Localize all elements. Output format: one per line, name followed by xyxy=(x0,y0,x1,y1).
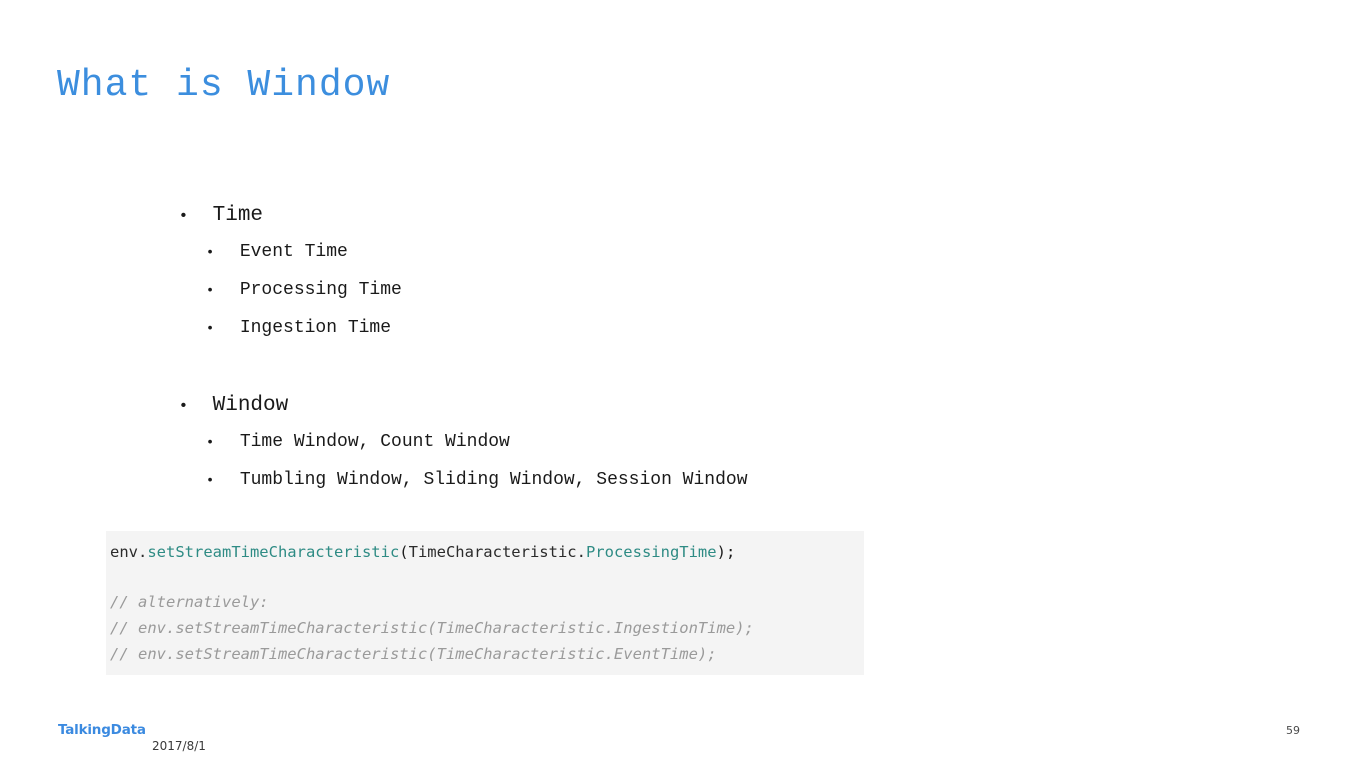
footer-date-value: 2017/8/1 xyxy=(152,739,206,753)
bullet-icon: • xyxy=(205,321,215,337)
bullet-content: • Time • Event Time • Processing Time • Inge… xyxy=(0,168,1364,490)
code-line-statement: env.setStreamTimeCharacteristic(TimeChar… xyxy=(108,539,864,565)
bullet-label: Tumbling Window, Sliding Window, Session… xyxy=(239,470,748,490)
list-item: • Time Window, Count Window xyxy=(0,397,1364,452)
code-token-method: setStreamTimeCharacteristic xyxy=(147,543,400,561)
footer-date: 2017/8/1 Tuesday xyxy=(152,711,206,767)
list-item: • Processing Time xyxy=(0,245,1364,300)
list-item: • Event Time xyxy=(0,207,1364,262)
list-item: • Ingestion Time xyxy=(0,283,1364,338)
page-number: 59 xyxy=(1286,724,1300,737)
code-token-close: ); xyxy=(716,543,736,561)
code-line-comment: // env.setStreamTimeCharacteristic(TimeC… xyxy=(110,645,717,663)
talkingdata-logo: TalkingData xyxy=(58,722,146,738)
list-item: • Tumbling Window, Sliding Window, Sessio… xyxy=(0,435,1364,490)
page-title: What is Window xyxy=(57,64,391,107)
code-snippet: env.setStreamTimeCharacteristic(TimeChar… xyxy=(106,531,864,675)
code-line-comment: // alternatively: xyxy=(110,593,269,611)
list-item: • Time xyxy=(0,168,1364,227)
code-token-open-paren: ( xyxy=(399,543,409,561)
bullet-label: Ingestion Time xyxy=(239,318,392,338)
slide-canvas: What is Window • Time • Event Time • Proces… xyxy=(0,0,1364,767)
bullet-icon: • xyxy=(205,473,215,489)
code-line-comment: // env.setStreamTimeCharacteristic(TimeC… xyxy=(110,619,754,637)
code-token-receiver: env. xyxy=(110,543,148,561)
list-item: • Window xyxy=(0,358,1364,417)
code-token-arg-prefix: TimeCharacteristic. xyxy=(408,543,586,561)
code-token-arg-value: ProcessingTime xyxy=(585,543,717,561)
